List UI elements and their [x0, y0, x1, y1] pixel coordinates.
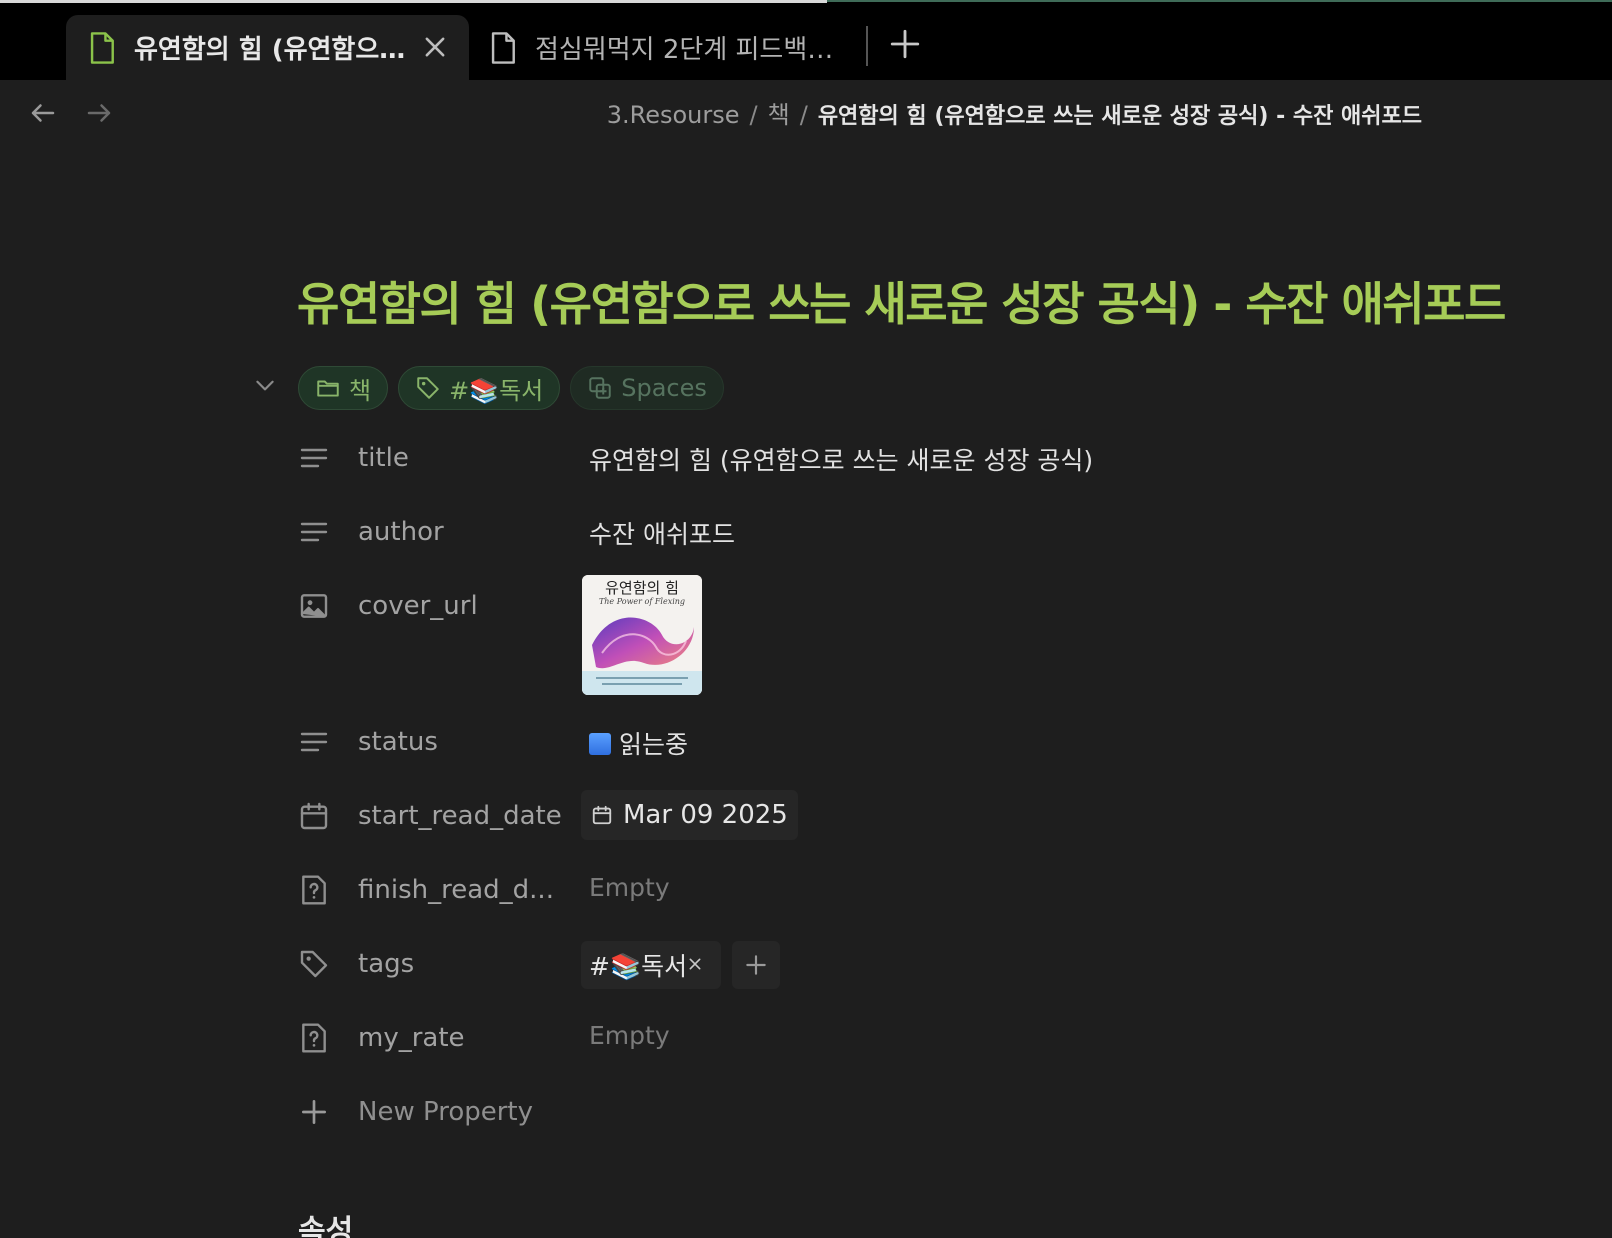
section-heading: 속성	[298, 1214, 354, 1238]
property-row-title[interactable]: title 유연함의 힘 (유연함으로 쓰는 새로운 성장 공식)	[298, 421, 1298, 495]
remove-tag-icon[interactable]	[687, 956, 703, 972]
property-row-my-rate[interactable]: my_rate Empty	[298, 1001, 1298, 1075]
app-window: 유연함의 힘 (유연함으로 쓰는 새로운 성장 공식) - 수잔 애쉬포드 점심…	[0, 0, 1612, 1238]
property-key[interactable]: start_read_date	[358, 801, 568, 831]
tab-title: 점심뭐먹지 2단계 피드백 - 기획	[535, 35, 837, 65]
status-text: 읽는중	[619, 730, 689, 759]
property-row-author[interactable]: author 수잔 애쉬포드	[298, 495, 1298, 569]
date-value-chip[interactable]: Mar 09 2025	[581, 790, 798, 840]
property-key[interactable]: my_rate	[358, 1023, 568, 1053]
tag-pill[interactable]: #📚독서	[398, 366, 561, 410]
property-row-tags[interactable]: tags #📚독서	[298, 927, 1298, 1001]
breadcrumb-separator: /	[799, 101, 808, 129]
tab-inactive[interactable]: 점심뭐먹지 2단계 피드백 - 기획	[487, 15, 857, 80]
property-key[interactable]: author	[358, 517, 568, 547]
breadcrumb-item-resource[interactable]: 3.Resourse	[607, 101, 740, 129]
spaces-icon	[589, 377, 611, 399]
status-square-icon	[589, 733, 611, 755]
calendar-icon	[300, 802, 328, 830]
plus-icon	[302, 1100, 326, 1124]
properties-list: title 유연함의 힘 (유연함으로 쓰는 새로운 성장 공식) author…	[298, 421, 1298, 1149]
breadcrumb-separator: /	[749, 101, 758, 129]
tab-bar: 유연함의 힘 (유연함으로 쓰는 새로운 성장 공식) - 수잔 애쉬포드 점심…	[0, 0, 1612, 80]
tag-icon	[417, 377, 439, 399]
text-lines-icon	[300, 732, 328, 752]
image-icon	[300, 594, 328, 618]
property-value-empty[interactable]: Empty	[589, 1021, 670, 1050]
property-value[interactable]: 수잔 애쉬포드	[589, 515, 735, 551]
tag-chip-label: #📚독서	[589, 952, 688, 981]
folder-icon	[317, 380, 339, 397]
breadcrumb: 3.Resourse / 책 / 유연함의 힘 (유연함으로 쓰는 새로운 성장 공식)…	[0, 95, 1422, 130]
add-tag-button[interactable]	[732, 941, 780, 989]
tag-icon	[300, 950, 328, 978]
metadata-pills: 책 #📚독서 Spaces	[298, 366, 734, 410]
new-tab-plus-icon[interactable]	[888, 27, 922, 61]
window-top-edge	[0, 0, 827, 3]
folder-pill[interactable]: 책	[298, 366, 389, 410]
page-title[interactable]: 유연함의 힘 (유연함으로 쓰는 새로운 성장 공식) - 수잔 애쉬포드	[297, 268, 1597, 334]
document-icon	[90, 31, 114, 64]
document-icon	[491, 31, 515, 64]
property-value[interactable]: 유연함의 힘 (유연함으로 쓰는 새로운 성장 공식)	[589, 441, 1093, 477]
property-key[interactable]: tags	[358, 949, 568, 979]
tag-pill-label: #📚독서	[449, 376, 544, 405]
window-top-edge-accent	[827, 0, 1612, 2]
new-property-label: New Property	[358, 1097, 533, 1127]
property-row-status[interactable]: status 읽는중	[298, 705, 1298, 779]
breadcrumb-current[interactable]: 유연함의 힘 (유연함으로 쓰는 새로운 성장 공식) - 수잔 애쉬포드	[818, 104, 1422, 129]
tab-divider	[866, 26, 868, 66]
spaces-pill[interactable]: Spaces	[570, 366, 724, 410]
property-row-finish-read-date[interactable]: finish_read_d... Empty	[298, 853, 1298, 927]
property-key[interactable]: cover_url	[358, 591, 568, 621]
property-row-start-read-date[interactable]: start_read_date Mar 09 2025	[298, 779, 1298, 853]
property-value[interactable]: 읽는중	[589, 725, 688, 761]
tag-chip[interactable]: #📚독서	[581, 941, 721, 989]
close-icon[interactable]	[421, 33, 449, 61]
chevron-down-icon[interactable]	[252, 372, 278, 398]
cover-subtitle-text: The Power of Flexing	[599, 597, 685, 606]
unknown-type-icon	[302, 875, 326, 905]
property-key[interactable]: title	[358, 443, 568, 473]
property-value-empty[interactable]: Empty	[589, 873, 670, 902]
folder-pill-label: 책	[349, 376, 372, 405]
book-cover-art: 유연함의 힘 The Power of Flexing	[582, 575, 702, 695]
date-value: Mar 09 2025	[623, 800, 788, 830]
calendar-icon	[592, 805, 612, 825]
tab-title: 유연함의 힘 (유연함으로 쓰는 새로운 성장 공식) - 수잔 애쉬포드	[134, 35, 410, 65]
breadcrumb-item-book[interactable]: 책	[768, 101, 790, 129]
new-property-button[interactable]: New Property	[298, 1075, 1298, 1149]
text-lines-icon	[300, 448, 328, 468]
tab-active[interactable]: 유연함의 힘 (유연함으로 쓰는 새로운 성장 공식) - 수잔 애쉬포드	[66, 15, 469, 80]
property-row-cover-url[interactable]: cover_url 유연함의 힘 The Power of Flexing	[298, 569, 1298, 705]
property-key[interactable]: status	[358, 727, 568, 757]
plus-icon	[746, 955, 766, 975]
spaces-pill-label: Spaces	[621, 374, 707, 402]
property-key[interactable]: finish_read_d...	[358, 875, 568, 905]
unknown-type-icon	[302, 1023, 326, 1053]
book-cover-image[interactable]: 유연함의 힘 The Power of Flexing	[582, 575, 702, 695]
cover-title-text: 유연함의 힘	[605, 579, 679, 597]
text-lines-icon	[300, 522, 328, 542]
